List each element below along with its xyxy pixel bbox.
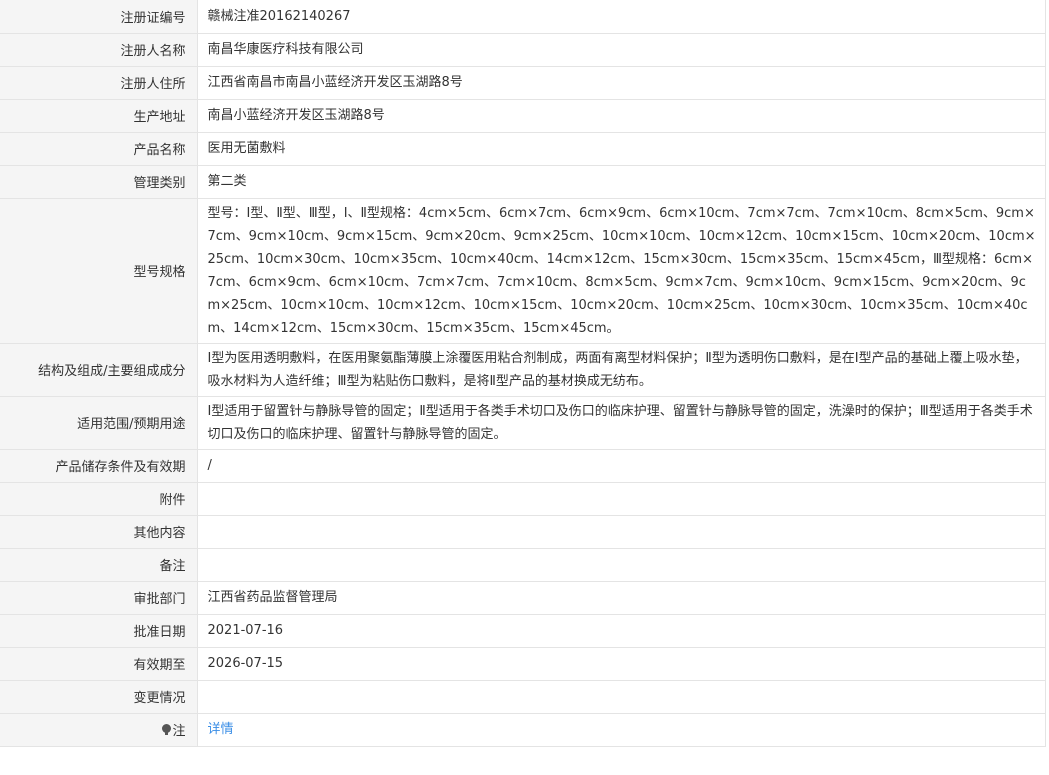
field-value bbox=[197, 482, 1046, 516]
field-value: 南昌华康医疗科技有限公司 bbox=[197, 33, 1046, 67]
row-other-content: 其他内容 bbox=[0, 515, 1046, 549]
field-value bbox=[197, 515, 1046, 549]
row-intended-use: 适用范围/预期用途 Ⅰ型适用于留置针与静脉导管的固定；Ⅱ型适用于各类手术切口及伤… bbox=[0, 396, 1046, 450]
field-value: Ⅰ型为医用透明敷料，在医用聚氨酯薄膜上涂覆医用粘合剂制成，两面有离型材料保护；Ⅱ… bbox=[197, 343, 1046, 397]
row-production-address: 生产地址 南昌小蓝经济开发区玉湖路8号 bbox=[0, 99, 1046, 133]
row-note: 注 详情 bbox=[0, 713, 1046, 747]
row-registrant-name: 注册人名称 南昌华康医疗科技有限公司 bbox=[0, 33, 1046, 67]
field-label: 结构及组成/主要组成成分 bbox=[0, 343, 198, 397]
field-label: 有效期至 bbox=[0, 647, 198, 681]
row-management-category: 管理类别 第二类 bbox=[0, 165, 1046, 199]
field-label: 备注 bbox=[0, 548, 198, 582]
field-value: 南昌小蓝经济开发区玉湖路8号 bbox=[197, 99, 1046, 133]
row-change-status: 变更情况 bbox=[0, 680, 1046, 714]
field-value: 医用无菌敷料 bbox=[197, 132, 1046, 166]
lightbulb-icon bbox=[162, 724, 172, 736]
row-attachments: 附件 bbox=[0, 482, 1046, 516]
field-value bbox=[197, 680, 1046, 714]
registration-record-table: 注册证编号 赣械注准20162140267 注册人名称 南昌华康医疗科技有限公司… bbox=[0, 0, 1046, 747]
field-label: 注册证编号 bbox=[0, 0, 198, 34]
field-value: 江西省南昌市南昌小蓝经济开发区玉湖路8号 bbox=[197, 66, 1046, 100]
field-value: 赣械注准20162140267 bbox=[197, 0, 1046, 34]
field-label: 生产地址 bbox=[0, 99, 198, 133]
row-valid-until: 有效期至 2026-07-15 bbox=[0, 647, 1046, 681]
field-value: 第二类 bbox=[197, 165, 1046, 199]
note-value-cell: 详情 bbox=[197, 713, 1046, 747]
row-product-name: 产品名称 医用无菌敷料 bbox=[0, 132, 1046, 166]
note-label: 注 bbox=[172, 724, 186, 739]
field-label: 产品储存条件及有效期 bbox=[0, 449, 198, 483]
row-remarks: 备注 bbox=[0, 548, 1046, 582]
field-label: 变更情况 bbox=[0, 680, 198, 714]
field-value: Ⅰ型适用于留置针与静脉导管的固定；Ⅱ型适用于各类手术切口及伤口的临床护理、留置针… bbox=[197, 396, 1046, 450]
row-approval-date: 批准日期 2021-07-16 bbox=[0, 614, 1046, 648]
row-registration-number: 注册证编号 赣械注准20162140267 bbox=[0, 0, 1046, 34]
field-label: 其他内容 bbox=[0, 515, 198, 549]
field-label: 批准日期 bbox=[0, 614, 198, 648]
row-storage-validity: 产品储存条件及有效期 / bbox=[0, 449, 1046, 483]
note-label-cell: 注 bbox=[0, 713, 198, 747]
field-value bbox=[197, 548, 1046, 582]
field-label: 注册人名称 bbox=[0, 33, 198, 67]
row-structure-composition: 结构及组成/主要组成成分 Ⅰ型为医用透明敷料，在医用聚氨酯薄膜上涂覆医用粘合剂制… bbox=[0, 343, 1046, 397]
field-label: 型号规格 bbox=[0, 198, 198, 344]
field-value: 2021-07-16 bbox=[197, 614, 1046, 648]
row-registrant-address: 注册人住所 江西省南昌市南昌小蓝经济开发区玉湖路8号 bbox=[0, 66, 1046, 100]
field-label: 附件 bbox=[0, 482, 198, 516]
field-label: 适用范围/预期用途 bbox=[0, 396, 198, 450]
field-label: 注册人住所 bbox=[0, 66, 198, 100]
field-value: 2026-07-15 bbox=[197, 647, 1046, 681]
row-approval-department: 审批部门 江西省药品监督管理局 bbox=[0, 581, 1046, 615]
row-model-specification: 型号规格 型号：Ⅰ型、Ⅱ型、Ⅲ型，Ⅰ、Ⅱ型规格：4cm×5cm、6cm×7cm、… bbox=[0, 198, 1046, 344]
field-value: 江西省药品监督管理局 bbox=[197, 581, 1046, 615]
details-link[interactable]: 详情 bbox=[208, 722, 234, 737]
field-value: / bbox=[197, 449, 1046, 483]
field-value: 型号：Ⅰ型、Ⅱ型、Ⅲ型，Ⅰ、Ⅱ型规格：4cm×5cm、6cm×7cm、6cm×9… bbox=[197, 198, 1046, 344]
field-label: 产品名称 bbox=[0, 132, 198, 166]
field-label: 审批部门 bbox=[0, 581, 198, 615]
field-label: 管理类别 bbox=[0, 165, 198, 199]
